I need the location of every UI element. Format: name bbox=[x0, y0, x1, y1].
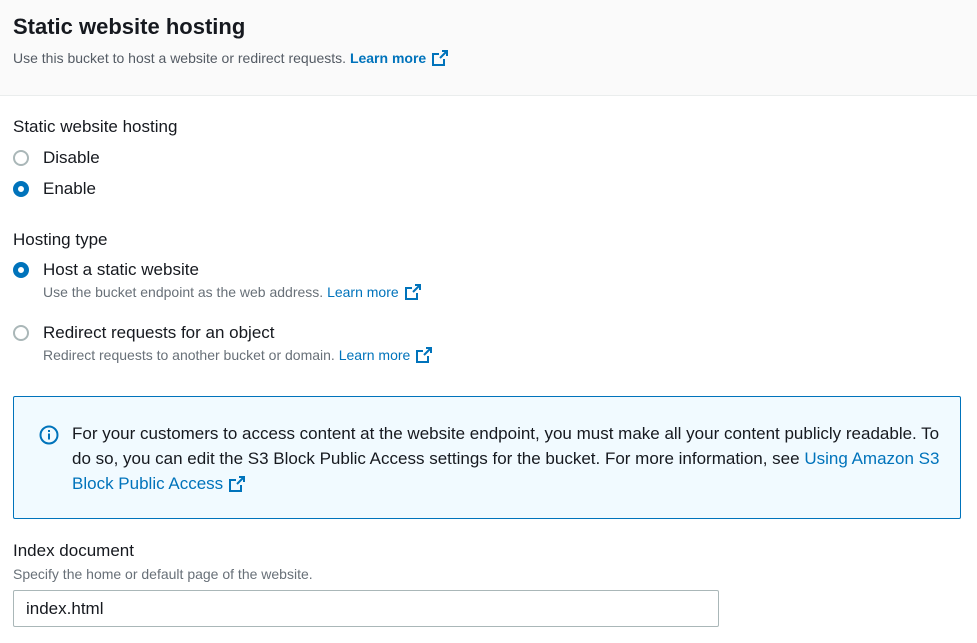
host-static-learn-more-label: Learn more bbox=[327, 284, 399, 300]
radio-host-static-description: Use the bucket endpoint as the web addre… bbox=[43, 284, 421, 300]
radio-enable-label: Enable bbox=[43, 179, 96, 198]
redirect-desc-text: Redirect requests to another bucket or d… bbox=[43, 347, 335, 363]
external-link-icon bbox=[432, 50, 449, 66]
radio-button-enable[interactable] bbox=[13, 181, 29, 197]
redirect-learn-more-link[interactable]: Learn more bbox=[339, 347, 433, 363]
radio-redirect-label: Redirect requests for an object bbox=[43, 323, 275, 342]
radio-button-disable[interactable] bbox=[13, 150, 29, 166]
host-static-desc-text: Use the bucket endpoint as the web addre… bbox=[43, 284, 324, 300]
external-link-icon bbox=[229, 476, 246, 492]
info-alert: For your customers to access content at … bbox=[13, 396, 961, 519]
redirect-learn-more-label: Learn more bbox=[338, 347, 411, 363]
section-header: Static website hosting Use this bucket t… bbox=[0, 0, 977, 96]
radio-button-redirect[interactable] bbox=[13, 325, 29, 341]
section-subtitle-text: Use this bucket to host a website or red… bbox=[13, 50, 347, 66]
section-subtitle: Use this bucket to host a website or red… bbox=[13, 50, 449, 66]
host-static-learn-more-link[interactable]: Learn more bbox=[327, 284, 421, 300]
section-title: Static website hosting bbox=[13, 14, 246, 39]
hosting-type-label: Hosting type bbox=[13, 230, 108, 249]
index-document-description: Specify the home or default page of the … bbox=[13, 566, 313, 582]
learn-more-link[interactable]: Learn more bbox=[349, 50, 449, 66]
radio-button-host-static[interactable] bbox=[13, 262, 29, 278]
index-document-label: Index document bbox=[13, 541, 134, 560]
radio-disable-label: Disable bbox=[43, 148, 100, 167]
index-document-input[interactable] bbox=[13, 590, 719, 627]
external-link-icon bbox=[416, 347, 433, 363]
radio-host-static-label: Host a static website bbox=[43, 260, 199, 279]
learn-more-label: Learn more bbox=[349, 50, 427, 66]
external-link-icon bbox=[404, 284, 421, 300]
radio-redirect-description: Redirect requests to another bucket or d… bbox=[43, 347, 433, 363]
info-icon bbox=[39, 425, 59, 445]
hosting-label: Static website hosting bbox=[13, 117, 178, 136]
info-message: For your customers to access content at … bbox=[72, 421, 952, 496]
